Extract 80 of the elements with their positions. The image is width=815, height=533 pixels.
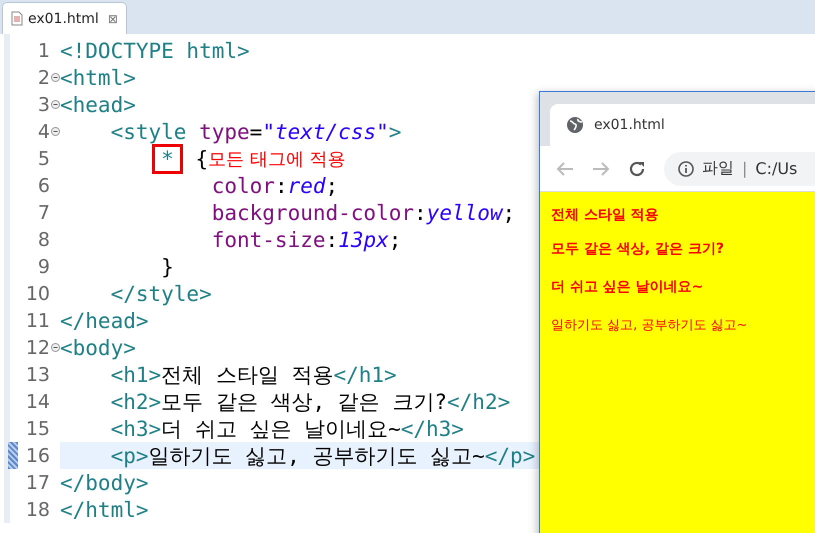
address-bar[interactable]: 파일 | C:/Us xyxy=(664,152,815,186)
reload-icon[interactable] xyxy=(628,160,646,178)
code-token: = xyxy=(250,120,262,144)
code-token: > xyxy=(388,120,402,144)
tab-title: ex01.html xyxy=(594,117,665,133)
code-token: <head> xyxy=(60,92,136,116)
info-icon xyxy=(678,160,694,176)
line-number: 2 xyxy=(36,66,50,88)
code-token: color xyxy=(210,174,275,198)
code-token: </html> xyxy=(60,498,149,522)
code-token: </h3> xyxy=(400,416,464,440)
line-number: 11 xyxy=(24,310,50,332)
code-token: yellow xyxy=(426,200,503,224)
globe-icon xyxy=(566,116,584,134)
code-token: <p> xyxy=(110,444,149,468)
code-token: </body> xyxy=(60,470,149,494)
line-number: 9 xyxy=(36,256,50,278)
code-token: </p> xyxy=(484,444,536,468)
code-token: red xyxy=(288,174,326,198)
line-number: 16 xyxy=(24,444,50,466)
fold-icon[interactable] xyxy=(51,73,60,82)
close-icon[interactable]: ⊠ xyxy=(108,12,118,26)
code-token: : xyxy=(274,174,288,198)
code-token: </h2> xyxy=(447,390,510,414)
code-token: 더 쉬고 싶은 날이네요~ xyxy=(161,416,401,442)
code-token: </head> xyxy=(60,308,149,332)
code-token: ; xyxy=(502,200,516,224)
code-token: <h3> xyxy=(110,416,162,440)
code-token: <h1> xyxy=(110,362,162,386)
address-text: C:/Us xyxy=(755,159,798,178)
heading: 더 쉬고 싶은 날이네요~ xyxy=(551,278,704,296)
file-icon xyxy=(11,11,23,26)
code-token: <body> xyxy=(60,336,136,360)
fold-icon[interactable] xyxy=(51,343,60,352)
code-token: font-size xyxy=(210,228,326,252)
line-number: 15 xyxy=(24,418,50,440)
code-token: 13px xyxy=(338,228,389,252)
code-token: </style> xyxy=(110,282,212,306)
code-token: 일하기도 싫고, 공부하기도 싫고~ xyxy=(148,442,485,470)
code-token: <html> xyxy=(60,66,136,90)
code-token: } xyxy=(160,254,174,278)
paragraph: 일하기도 싫고, 공부하기도 싫고~ xyxy=(551,317,748,334)
code-token: "text/css" xyxy=(262,120,389,144)
editor-tab[interactable]: ex01.html ⊠ xyxy=(2,2,127,34)
code-token: : xyxy=(414,200,427,224)
fold-icon[interactable] xyxy=(51,100,60,109)
code-token: <h2> xyxy=(110,390,162,414)
code-token: { xyxy=(194,146,208,170)
line-number: 12 xyxy=(24,336,50,358)
address-label: 파일 xyxy=(702,158,734,179)
line-number: 6 xyxy=(36,174,50,196)
code-token: : xyxy=(326,228,338,252)
code-token: ; xyxy=(326,174,338,198)
line-number: 14 xyxy=(24,390,50,412)
fold-icon[interactable] xyxy=(51,127,60,136)
line-number: 7 xyxy=(36,202,50,224)
line-number: 4 xyxy=(36,120,50,142)
code-token: 전체 스타일 적용 xyxy=(161,362,334,388)
address-separator: | xyxy=(742,159,748,178)
line-number: 13 xyxy=(24,364,50,386)
code-token: type xyxy=(199,120,250,144)
line-number: 3 xyxy=(36,94,50,116)
browser-tab[interactable]: ex01.html xyxy=(550,104,815,146)
code-token: <style xyxy=(110,120,188,144)
tab-title: ex01.html xyxy=(28,10,99,26)
line-number: 1 xyxy=(36,40,50,62)
code-token: 모두 같은 색상, 같은 크기? xyxy=(161,388,448,416)
line-number: 8 xyxy=(36,228,50,250)
code-token: <!DOCTYPE html> xyxy=(60,38,250,62)
annotation-text: 모든 태그에 적용 xyxy=(208,148,346,170)
code-token: ; xyxy=(388,228,402,252)
line-number: 17 xyxy=(24,472,50,494)
code-token: background-color xyxy=(210,200,414,224)
selector-text: * xyxy=(60,146,183,170)
line-number: 10 xyxy=(24,282,50,304)
code-token: </h1> xyxy=(333,362,397,386)
heading: 전체 스타일 적용 xyxy=(551,206,660,224)
heading: 모두 같은 색상, 같은 크기? xyxy=(551,240,725,258)
line-number: 18 xyxy=(24,498,50,520)
line-number: 5 xyxy=(36,148,50,170)
